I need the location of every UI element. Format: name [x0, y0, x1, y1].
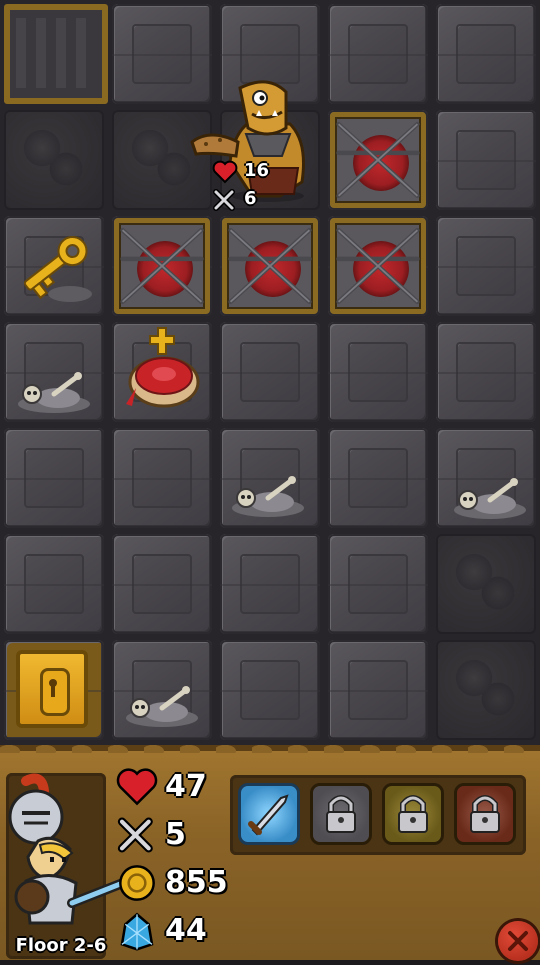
- enemy-hp-value: 16: [244, 160, 270, 181]
- board-tile[interactable]: [432, 106, 540, 214]
- padlock-icon: [470, 795, 500, 833]
- chained-crate-icon: [222, 218, 318, 314]
- board-tile[interactable]: [432, 212, 540, 320]
- locked-door-icon: [16, 650, 88, 728]
- board-tile[interactable]: [324, 424, 432, 532]
- hero-hp-value: 47: [165, 769, 207, 804]
- board-tile[interactable]: [216, 636, 324, 744]
- board-tile[interactable]: [0, 530, 108, 638]
- crate-tile[interactable]: [324, 106, 432, 214]
- enemy-hp: 16: [212, 160, 272, 186]
- sword-skill-button[interactable]: [238, 783, 300, 845]
- board-tile[interactable]: [324, 318, 432, 426]
- chained-crate-icon: [330, 218, 426, 314]
- board-tile[interactable]: [432, 424, 540, 532]
- board-tile[interactable]: [324, 0, 432, 108]
- board-tile[interactable]: [324, 530, 432, 638]
- crate-tile[interactable]: [108, 212, 216, 320]
- key-tile[interactable]: [0, 212, 108, 320]
- board-tile[interactable]: [216, 424, 324, 532]
- board-tile[interactable]: [0, 106, 108, 214]
- bone-pile-icon: [454, 478, 526, 519]
- padlock-icon: [398, 795, 428, 833]
- board-tile[interactable]: [432, 0, 540, 108]
- door-tile[interactable]: [0, 636, 108, 744]
- padlock-icon: [326, 795, 356, 833]
- bone-pile-icon: [18, 372, 90, 413]
- heart-icon: [116, 768, 158, 806]
- locked-skill-slot-3[interactable]: [454, 783, 516, 845]
- hero-gems-value: 44: [165, 913, 207, 948]
- board-tile[interactable]: [0, 318, 108, 426]
- chained-crate-icon: [114, 218, 210, 314]
- board-tile[interactable]: [108, 424, 216, 532]
- barred-window-icon: [4, 4, 108, 104]
- board-tile[interactable]: [108, 636, 216, 744]
- crossed-swords-icon: [117, 817, 153, 853]
- floor-label: Floor 2-6: [15, 935, 107, 956]
- enemy-attack-value: 6: [244, 188, 257, 209]
- bone-pile-icon: [126, 686, 198, 727]
- board-tile[interactable]: [0, 424, 108, 532]
- blood-altar-icon: [126, 327, 200, 408]
- hero-attack-value: 5: [165, 817, 186, 852]
- crossed-swords-icon: [213, 189, 235, 211]
- skip-turn-button[interactable]: [498, 921, 538, 961]
- crate-tile[interactable]: [216, 212, 324, 320]
- hero-attack: 5: [115, 813, 235, 859]
- board-tile[interactable]: [324, 636, 432, 744]
- dungeon-board: 16 6: [0, 0, 540, 745]
- altar-tile[interactable]: [108, 318, 216, 426]
- locked-skill-slot-2[interactable]: [382, 783, 444, 845]
- blue-gem-icon: [120, 912, 154, 951]
- board-tile[interactable]: [432, 530, 540, 638]
- hero-hp: 47: [115, 765, 235, 811]
- locked-skill-slot-1[interactable]: [310, 783, 372, 845]
- hero-portrait-frame: [6, 773, 143, 959]
- board-tile[interactable]: [432, 636, 540, 744]
- gold-coin-icon: [119, 865, 155, 901]
- bone-pile-icon: [232, 476, 304, 517]
- hero-gold: 855: [115, 861, 235, 907]
- board-tile[interactable]: [216, 318, 324, 426]
- chained-crate-icon: [330, 112, 426, 208]
- crossed-swords-icon: [508, 931, 528, 951]
- hero-gems: 44: [115, 909, 235, 955]
- golden-key-icon: [23, 236, 92, 302]
- skill-slots: [230, 775, 526, 855]
- hero-gold-value: 855: [165, 865, 228, 900]
- board-tile[interactable]: [432, 318, 540, 426]
- board-tile[interactable]: [216, 530, 324, 638]
- enemy-attack: 6: [212, 188, 272, 214]
- board-tile[interactable]: [0, 0, 108, 108]
- sword-skill-icon: [248, 794, 289, 836]
- crate-tile[interactable]: [324, 212, 432, 320]
- hero-panel: Floor 2-6 47 5 855 44: [0, 737, 540, 961]
- heart-icon: [212, 160, 238, 184]
- board-tile[interactable]: [108, 530, 216, 638]
